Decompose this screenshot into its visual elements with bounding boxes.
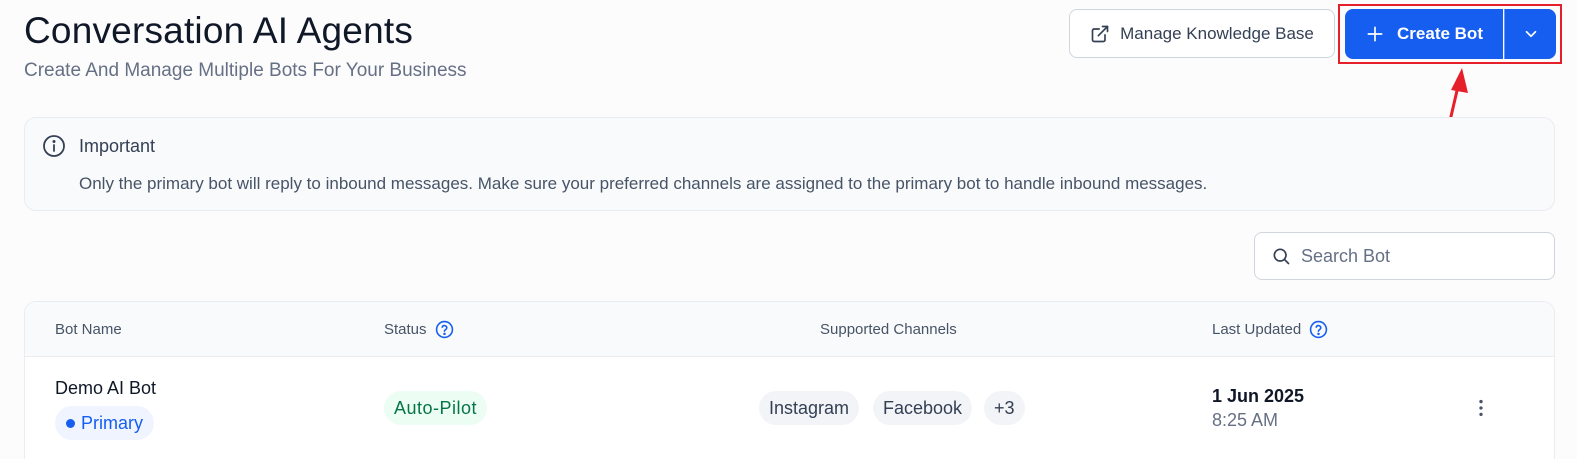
- column-header-label: Status: [384, 320, 427, 338]
- column-header-label: Bot Name: [55, 320, 122, 338]
- column-header-bot-name: Bot Name: [55, 302, 122, 356]
- column-header-supported-channels: Supported Channels: [820, 302, 957, 356]
- column-header-label: Supported Channels: [820, 320, 957, 338]
- search-input[interactable]: [1299, 244, 1543, 268]
- more-options-icon[interactable]: [1470, 397, 1492, 419]
- external-link-icon: [1091, 25, 1109, 42]
- create-bot-label: Create Bot: [1397, 24, 1483, 43]
- column-header-label: Last Updated: [1212, 320, 1302, 338]
- important-alert: Important Only the primary bot will repl…: [24, 117, 1555, 211]
- create-bot-button[interactable]: Create Bot: [1345, 9, 1503, 59]
- help-circle-icon[interactable]: [1309, 320, 1328, 339]
- channel-chip-more[interactable]: +3: [984, 391, 1025, 425]
- table-header: Bot Name Status Supported Channels Last …: [25, 302, 1554, 357]
- last-updated-time: 8:25 AM: [1212, 410, 1279, 430]
- column-header-last-updated: Last Updated: [1212, 302, 1328, 356]
- info-icon: [43, 135, 65, 157]
- page: Conversation AI Agents Create And Manage…: [0, 0, 1577, 459]
- primary-badge: Primary: [55, 406, 154, 440]
- status-badge: Auto-Pilot: [384, 391, 488, 425]
- last-updated-date: 1 Jun 2025: [1212, 386, 1305, 406]
- column-header-status: Status: [384, 302, 454, 356]
- page-title: Conversation AI Agents: [24, 10, 414, 51]
- manage-knowledge-base-button[interactable]: Manage Knowledge Base: [1069, 9, 1335, 58]
- search-icon: [1273, 248, 1290, 265]
- channel-chip-instagram: Instagram: [759, 391, 860, 425]
- create-bot-dropdown-button[interactable]: [1504, 9, 1556, 59]
- primary-badge-label: Primary: [81, 412, 143, 433]
- alert-body: Only the primary bot will reply to inbou…: [79, 174, 1208, 193]
- plus-icon: [1367, 26, 1383, 42]
- channel-chip-facebook: Facebook: [873, 391, 973, 425]
- manage-knowledge-base-label: Manage Knowledge Base: [1120, 23, 1314, 43]
- help-circle-icon[interactable]: [435, 320, 454, 339]
- bots-table: Bot Name Status Supported Channels Last …: [24, 301, 1555, 459]
- status-dot-icon: [66, 418, 75, 428]
- alert-title: Important: [79, 136, 156, 156]
- search-box[interactable]: [1254, 232, 1555, 280]
- bot-name[interactable]: Demo AI Bot: [55, 378, 156, 399]
- page-subtitle: Create And Manage Multiple Bots For Your…: [24, 60, 467, 81]
- chevron-down-icon: [1525, 30, 1536, 38]
